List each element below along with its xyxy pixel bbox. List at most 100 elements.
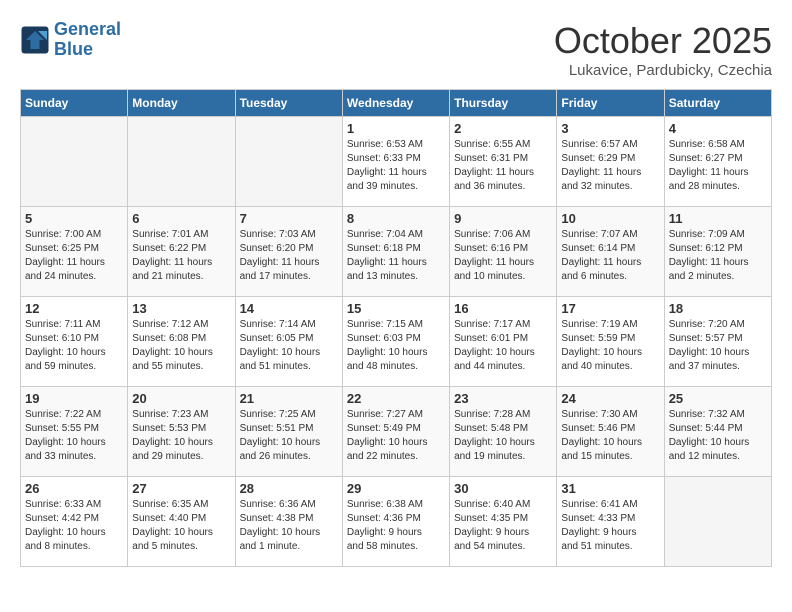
title-block: October 2025 Lukavice, Pardubicky, Czech… xyxy=(554,20,772,79)
day-number: 15 xyxy=(347,301,445,316)
day-info: Sunrise: 7:00 AM Sunset: 6:25 PM Dayligh… xyxy=(25,228,123,284)
day-number: 27 xyxy=(132,481,230,496)
page-header: General Blue October 2025 Lukavice, Pard… xyxy=(20,20,772,79)
day-info: Sunrise: 6:40 AM Sunset: 4:35 PM Dayligh… xyxy=(454,498,552,554)
weekday-header: Saturday xyxy=(664,90,771,117)
calendar-cell: 11Sunrise: 7:09 AM Sunset: 6:12 PM Dayli… xyxy=(664,207,771,297)
day-number: 1 xyxy=(347,121,445,136)
day-number: 21 xyxy=(240,391,338,406)
day-info: Sunrise: 6:36 AM Sunset: 4:38 PM Dayligh… xyxy=(240,498,338,554)
logo-text: General Blue xyxy=(54,20,121,60)
day-number: 28 xyxy=(240,481,338,496)
day-info: Sunrise: 7:14 AM Sunset: 6:05 PM Dayligh… xyxy=(240,318,338,374)
weekday-header: Thursday xyxy=(450,90,557,117)
calendar-cell: 26Sunrise: 6:33 AM Sunset: 4:42 PM Dayli… xyxy=(21,477,128,567)
day-info: Sunrise: 6:58 AM Sunset: 6:27 PM Dayligh… xyxy=(669,138,767,194)
day-number: 6 xyxy=(132,211,230,226)
day-number: 30 xyxy=(454,481,552,496)
day-info: Sunrise: 6:55 AM Sunset: 6:31 PM Dayligh… xyxy=(454,138,552,194)
day-info: Sunrise: 7:04 AM Sunset: 6:18 PM Dayligh… xyxy=(347,228,445,284)
calendar-week-row: 5 Sunrise: 7:00 AM Sunset: 6:25 PM Daylig… xyxy=(21,207,772,297)
day-number: 18 xyxy=(669,301,767,316)
calendar-week-row: 12 Sunrise: 7:11 AM Sunset: 6:10 PM Dayli… xyxy=(21,297,772,387)
calendar-cell: 12 Sunrise: 7:11 AM Sunset: 6:10 PM Dayli… xyxy=(21,297,128,387)
day-info: Sunrise: 7:06 AM Sunset: 6:16 PM Dayligh… xyxy=(454,228,552,284)
calendar-cell: 7Sunrise: 7:03 AM Sunset: 6:20 PM Daylig… xyxy=(235,207,342,297)
calendar-cell: 2 Sunrise: 6:55 AM Sunset: 6:31 PM Daylig… xyxy=(450,117,557,207)
day-number: 23 xyxy=(454,391,552,406)
day-number: 2 xyxy=(454,121,552,136)
calendar-cell: 19Sunrise: 7:22 AM Sunset: 5:55 PM Dayli… xyxy=(21,387,128,477)
day-number: 16 xyxy=(454,301,552,316)
calendar-cell: 21 Sunrise: 7:25 AM Sunset: 5:51 PM Dayli… xyxy=(235,387,342,477)
day-number: 9 xyxy=(454,211,552,226)
day-info: Sunrise: 7:28 AM Sunset: 5:48 PM Dayligh… xyxy=(454,408,552,464)
calendar-cell: 20 Sunrise: 7:23 AM Sunset: 5:53 PM Dayli… xyxy=(128,387,235,477)
calendar-cell: 13Sunrise: 7:12 AM Sunset: 6:08 PM Dayli… xyxy=(128,297,235,387)
logo-line1: General xyxy=(54,19,121,39)
day-info: Sunrise: 7:12 AM Sunset: 6:08 PM Dayligh… xyxy=(132,318,230,374)
calendar-cell: 3 Sunrise: 6:57 AM Sunset: 6:29 PM Daylig… xyxy=(557,117,664,207)
day-info: Sunrise: 7:30 AM Sunset: 5:46 PM Dayligh… xyxy=(561,408,659,464)
day-info: Sunrise: 7:09 AM Sunset: 6:12 PM Dayligh… xyxy=(669,228,767,284)
day-number: 5 xyxy=(25,211,123,226)
day-info: Sunrise: 7:25 AM Sunset: 5:51 PM Dayligh… xyxy=(240,408,338,464)
weekday-header: Wednesday xyxy=(342,90,449,117)
day-info: Sunrise: 7:07 AM Sunset: 6:14 PM Dayligh… xyxy=(561,228,659,284)
day-info: Sunrise: 7:15 AM Sunset: 6:03 PM Dayligh… xyxy=(347,318,445,374)
calendar-cell: 14 Sunrise: 7:14 AM Sunset: 6:05 PM Dayli… xyxy=(235,297,342,387)
day-info: Sunrise: 7:19 AM Sunset: 5:59 PM Dayligh… xyxy=(561,318,659,374)
day-number: 3 xyxy=(561,121,659,136)
day-info: Sunrise: 7:32 AM Sunset: 5:44 PM Dayligh… xyxy=(669,408,767,464)
calendar-cell: 30 Sunrise: 6:40 AM Sunset: 4:35 PM Dayli… xyxy=(450,477,557,567)
day-number: 20 xyxy=(132,391,230,406)
day-number: 17 xyxy=(561,301,659,316)
calendar-cell: 4 Sunrise: 6:58 AM Sunset: 6:27 PM Daylig… xyxy=(664,117,771,207)
calendar-cell xyxy=(21,117,128,207)
day-number: 4 xyxy=(669,121,767,136)
calendar-cell: 23 Sunrise: 7:28 AM Sunset: 5:48 PM Dayli… xyxy=(450,387,557,477)
calendar-cell xyxy=(235,117,342,207)
calendar-week-row: 1Sunrise: 6:53 AM Sunset: 6:33 PM Daylig… xyxy=(21,117,772,207)
calendar-cell: 10 Sunrise: 7:07 AM Sunset: 6:14 PM Dayli… xyxy=(557,207,664,297)
logo-line2: Blue xyxy=(54,39,93,59)
day-info: Sunrise: 6:33 AM Sunset: 4:42 PM Dayligh… xyxy=(25,498,123,554)
day-number: 24 xyxy=(561,391,659,406)
calendar-cell: 18 Sunrise: 7:20 AM Sunset: 5:57 PM Dayli… xyxy=(664,297,771,387)
day-info: Sunrise: 7:11 AM Sunset: 6:10 PM Dayligh… xyxy=(25,318,123,374)
day-info: Sunrise: 6:57 AM Sunset: 6:29 PM Dayligh… xyxy=(561,138,659,194)
day-info: Sunrise: 7:17 AM Sunset: 6:01 PM Dayligh… xyxy=(454,318,552,374)
month-title: October 2025 xyxy=(554,20,772,62)
calendar-week-row: 26Sunrise: 6:33 AM Sunset: 4:42 PM Dayli… xyxy=(21,477,772,567)
day-number: 14 xyxy=(240,301,338,316)
calendar-cell: 8Sunrise: 7:04 AM Sunset: 6:18 PM Daylig… xyxy=(342,207,449,297)
day-info: Sunrise: 6:41 AM Sunset: 4:33 PM Dayligh… xyxy=(561,498,659,554)
calendar-cell: 5 Sunrise: 7:00 AM Sunset: 6:25 PM Daylig… xyxy=(21,207,128,297)
day-info: Sunrise: 7:23 AM Sunset: 5:53 PM Dayligh… xyxy=(132,408,230,464)
day-number: 22 xyxy=(347,391,445,406)
day-info: Sunrise: 7:20 AM Sunset: 5:57 PM Dayligh… xyxy=(669,318,767,374)
calendar-week-row: 19Sunrise: 7:22 AM Sunset: 5:55 PM Dayli… xyxy=(21,387,772,477)
calendar-table: SundayMondayTuesdayWednesdayThursdayFrid… xyxy=(20,89,772,567)
calendar-cell: 16 Sunrise: 7:17 AM Sunset: 6:01 PM Dayli… xyxy=(450,297,557,387)
calendar-cell xyxy=(128,117,235,207)
day-number: 29 xyxy=(347,481,445,496)
weekday-header-row: SundayMondayTuesdayWednesdayThursdayFrid… xyxy=(21,90,772,117)
calendar-cell xyxy=(664,477,771,567)
calendar-cell: 29Sunrise: 6:38 AM Sunset: 4:36 PM Dayli… xyxy=(342,477,449,567)
calendar-cell: 15 Sunrise: 7:15 AM Sunset: 6:03 PM Dayli… xyxy=(342,297,449,387)
day-info: Sunrise: 7:27 AM Sunset: 5:49 PM Dayligh… xyxy=(347,408,445,464)
day-info: Sunrise: 6:35 AM Sunset: 4:40 PM Dayligh… xyxy=(132,498,230,554)
logo-icon xyxy=(20,25,50,55)
weekday-header: Friday xyxy=(557,90,664,117)
calendar-cell: 24 Sunrise: 7:30 AM Sunset: 5:46 PM Dayli… xyxy=(557,387,664,477)
calendar-cell: 28 Sunrise: 6:36 AM Sunset: 4:38 PM Dayli… xyxy=(235,477,342,567)
calendar-cell: 31 Sunrise: 6:41 AM Sunset: 4:33 PM Dayli… xyxy=(557,477,664,567)
day-number: 10 xyxy=(561,211,659,226)
logo: General Blue xyxy=(20,20,121,60)
calendar-cell: 17 Sunrise: 7:19 AM Sunset: 5:59 PM Dayli… xyxy=(557,297,664,387)
day-number: 31 xyxy=(561,481,659,496)
calendar-cell: 9 Sunrise: 7:06 AM Sunset: 6:16 PM Daylig… xyxy=(450,207,557,297)
day-number: 12 xyxy=(25,301,123,316)
day-number: 19 xyxy=(25,391,123,406)
